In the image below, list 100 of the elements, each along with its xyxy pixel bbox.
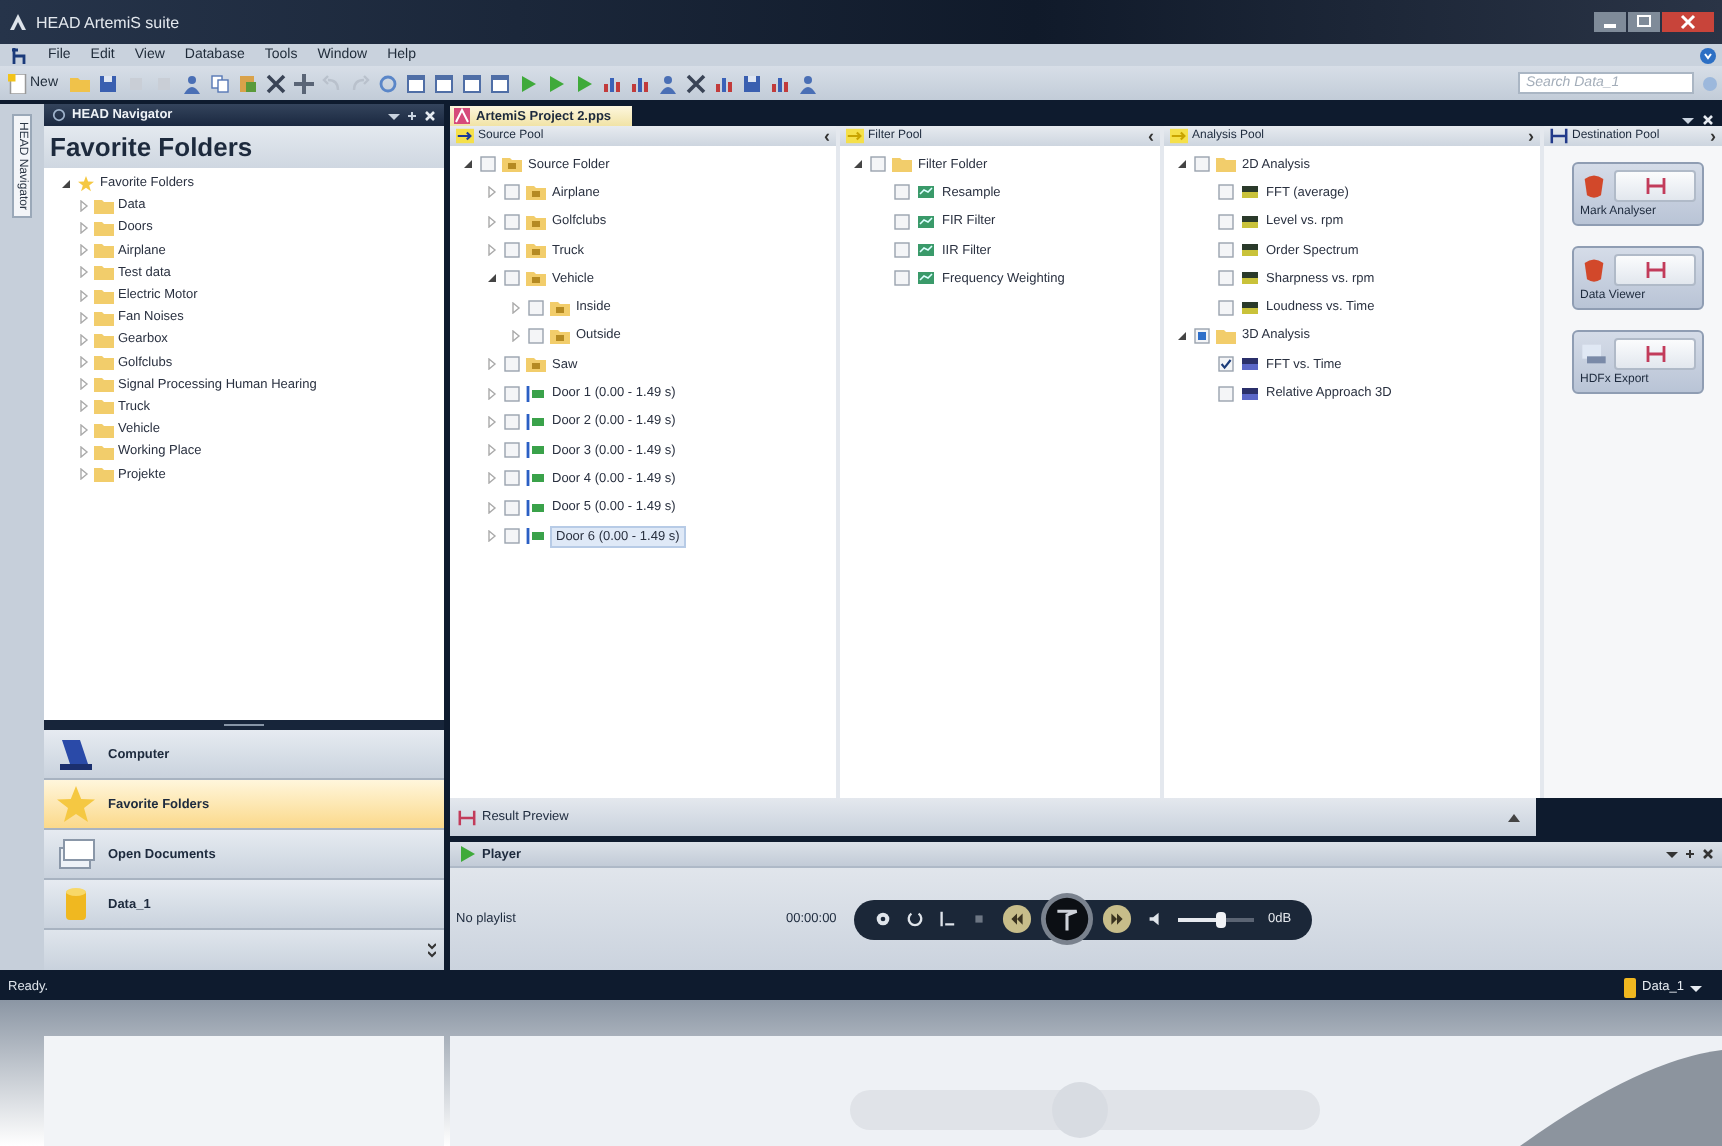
collapsed-arrow-icon[interactable] — [78, 311, 90, 324]
collapsed-arrow-icon[interactable] — [486, 444, 498, 457]
next-button[interactable] — [1102, 904, 1132, 934]
checkbox[interactable] — [1218, 299, 1234, 316]
caret-icon[interactable] — [388, 109, 400, 121]
slider-thumb[interactable] — [1215, 911, 1226, 927]
film-button[interactable] — [1614, 170, 1696, 202]
collapsed-arrow-icon[interactable] — [486, 186, 498, 199]
more-buttons-icon[interactable] — [428, 942, 436, 958]
chart-icon[interactable] — [714, 73, 735, 93]
checkbox[interactable] — [504, 442, 520, 459]
stop-icon[interactable] — [970, 910, 988, 928]
checkbox[interactable] — [894, 242, 910, 259]
list-icon[interactable] — [938, 910, 956, 928]
checkbox[interactable] — [480, 156, 496, 173]
collapsed-arrow-icon[interactable] — [78, 423, 90, 436]
collapse-arrow[interactable]: › — [1528, 126, 1534, 146]
cross-icon[interactable] — [266, 73, 287, 93]
collapsed-arrow-icon[interactable] — [510, 301, 522, 314]
checkbox[interactable] — [1218, 385, 1234, 402]
collapsed-arrow-icon[interactable] — [78, 199, 90, 212]
film-button[interactable] — [1614, 254, 1696, 286]
collapsed-arrow-icon[interactable] — [486, 244, 498, 257]
chart-icon[interactable] — [630, 73, 651, 93]
expanded-arrow-icon[interactable] — [462, 158, 474, 171]
expanded-arrow-icon[interactable] — [486, 272, 498, 285]
loop-icon[interactable] — [906, 910, 924, 928]
play-button[interactable] — [1040, 892, 1094, 946]
speaker-icon[interactable] — [1146, 910, 1164, 928]
collapse-arrow[interactable]: ‹ — [824, 126, 830, 146]
window-icon[interactable] — [462, 73, 483, 93]
collapsed-arrow-icon[interactable] — [486, 387, 498, 400]
collapsed-arrow-icon[interactable] — [510, 329, 522, 342]
checkbox[interactable] — [1218, 213, 1234, 230]
collapsed-arrow-icon[interactable] — [78, 289, 90, 302]
collapsed-arrow-icon[interactable] — [486, 472, 498, 485]
help-icon[interactable] — [1700, 47, 1716, 63]
expanded-arrow-icon[interactable] — [1176, 158, 1188, 171]
checkbox[interactable] — [870, 156, 886, 173]
collapsed-arrow-icon[interactable] — [78, 266, 90, 279]
checkbox[interactable] — [1218, 270, 1234, 287]
checkbox[interactable] — [1194, 156, 1210, 173]
collapsed-arrow-icon[interactable] — [486, 358, 498, 371]
checkbox[interactable] — [504, 242, 520, 259]
previous-button[interactable] — [1002, 904, 1032, 934]
checkbox[interactable] — [504, 184, 520, 201]
collapsed-arrow-icon[interactable] — [78, 445, 90, 458]
collapse-arrow[interactable]: › — [1710, 126, 1716, 146]
redo-icon[interactable] — [350, 73, 371, 93]
collapse-arrow[interactable]: ‹ — [1148, 126, 1154, 146]
checkbox[interactable] — [894, 184, 910, 201]
window-icon[interactable] — [434, 73, 455, 93]
copy-icon[interactable] — [210, 73, 231, 93]
checkbox[interactable] — [1218, 242, 1234, 259]
chart-icon[interactable] — [602, 73, 623, 93]
clipboard-icon[interactable] — [238, 73, 259, 93]
collapsed-arrow-icon[interactable] — [486, 215, 498, 228]
person-icon[interactable] — [658, 73, 679, 93]
minimize-icon[interactable] — [1594, 12, 1626, 32]
window-icon[interactable] — [490, 73, 511, 93]
pin-icon[interactable] — [1684, 848, 1696, 860]
checkbox[interactable] — [1218, 356, 1234, 373]
person-icon[interactable] — [798, 73, 819, 93]
undo-icon[interactable] — [322, 73, 343, 93]
checkbox[interactable] — [528, 299, 544, 316]
collapsed-arrow-icon[interactable] — [78, 378, 90, 391]
collapsed-arrow-icon[interactable] — [78, 356, 90, 369]
checkbox[interactable] — [504, 528, 520, 544]
person-icon[interactable] — [182, 73, 203, 93]
checkbox[interactable] — [1194, 327, 1210, 344]
checkbox[interactable] — [504, 270, 520, 287]
window-icon[interactable] — [406, 73, 427, 93]
film-button[interactable] — [1614, 338, 1696, 370]
expanded-arrow-icon[interactable] — [60, 177, 72, 190]
caret-icon[interactable] — [1666, 848, 1678, 860]
collapsed-arrow-icon[interactable] — [486, 530, 498, 542]
collapsed-arrow-icon[interactable] — [486, 501, 498, 514]
cross-icon[interactable] — [686, 73, 707, 93]
checkbox[interactable] — [504, 413, 520, 430]
checkbox[interactable] — [894, 270, 910, 287]
expanded-arrow-icon[interactable] — [1176, 329, 1188, 342]
refresh-icon[interactable] — [378, 73, 399, 93]
checkbox[interactable] — [504, 499, 520, 516]
expand-up-icon[interactable] — [1508, 811, 1520, 823]
collapsed-arrow-icon[interactable] — [78, 333, 90, 346]
collapsed-arrow-icon[interactable] — [78, 244, 90, 257]
chart-icon[interactable] — [770, 73, 791, 93]
checkbox[interactable] — [528, 327, 544, 344]
play-icon[interactable] — [518, 73, 539, 93]
collapsed-arrow-icon[interactable] — [78, 468, 90, 481]
play-icon[interactable] — [574, 73, 595, 93]
checkbox[interactable] — [504, 213, 520, 230]
collapsed-arrow-icon[interactable] — [486, 415, 498, 428]
maximize-icon[interactable] — [1628, 12, 1660, 32]
play-icon[interactable] — [546, 73, 567, 93]
checkbox[interactable] — [504, 385, 520, 402]
close-icon[interactable] — [1702, 848, 1714, 860]
app-logo-icon[interactable] — [12, 47, 28, 63]
search-icon[interactable] — [1702, 75, 1718, 91]
collapsed-arrow-icon[interactable] — [78, 221, 90, 234]
